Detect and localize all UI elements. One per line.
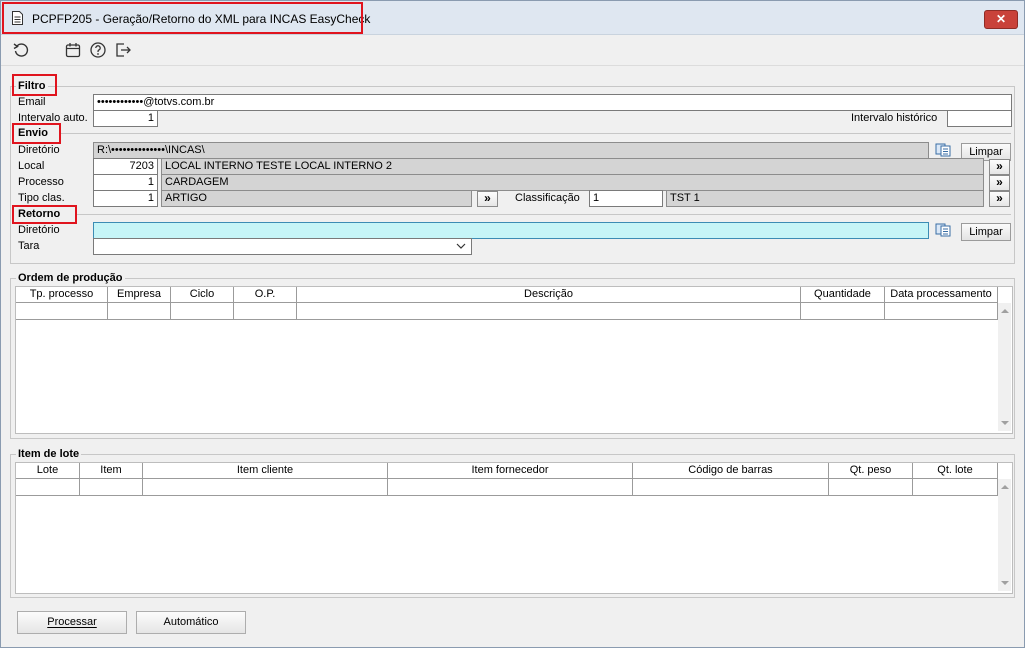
intervalo-auto-field[interactable]: 1 [93, 110, 158, 127]
col-lote[interactable]: Lote [16, 463, 80, 478]
chevron-down-icon[interactable] [456, 242, 466, 250]
col-empresa[interactable]: Empresa [108, 287, 171, 302]
table-cell[interactable] [234, 303, 297, 320]
tipo-clas-label: Tipo clas. [18, 192, 65, 204]
classificacao-description: TST 1 [666, 190, 984, 207]
highlight-retorno [12, 205, 77, 224]
table-cell[interactable] [108, 303, 171, 320]
ordem-table[interactable]: Tp. processo Empresa Ciclo O.P. Descriçã… [15, 286, 1013, 434]
table-cell[interactable] [80, 479, 143, 496]
processo-lookup-button[interactable]: » [989, 175, 1010, 191]
col-codigo-barras[interactable]: Código de barras [633, 463, 829, 478]
col-tp-processo[interactable]: Tp. processo [16, 287, 108, 302]
tara-select[interactable] [93, 238, 472, 255]
retorno-divider [77, 214, 1011, 215]
refresh-icon[interactable] [12, 41, 30, 59]
local-lookup-button[interactable]: » [989, 159, 1010, 175]
col-qt-lote[interactable]: Qt. lote [913, 463, 998, 478]
col-data-processamento[interactable]: Data processamento [885, 287, 998, 302]
tipo-clas-description: ARTIGO [161, 190, 472, 207]
table-cell[interactable] [829, 479, 913, 496]
scroll-up-icon[interactable] [1001, 485, 1009, 489]
processo-description: CARDAGEM [161, 174, 984, 191]
col-item[interactable]: Item [80, 463, 143, 478]
table-cell[interactable] [297, 303, 801, 320]
lote-scrollbar[interactable] [998, 479, 1011, 591]
table-cell[interactable] [801, 303, 885, 320]
table-cell[interactable] [171, 303, 234, 320]
email-label: Email [18, 96, 46, 108]
classificacao-label: Classificação [515, 192, 580, 204]
classificacao-lookup-button[interactable]: » [989, 191, 1010, 207]
table-cell[interactable] [633, 479, 829, 496]
table-cell[interactable] [16, 303, 108, 320]
ordem-scrollbar[interactable] [998, 303, 1011, 431]
tipo-clas-lookup-button[interactable]: » [477, 191, 498, 207]
table-cell[interactable] [913, 479, 998, 496]
highlight-filtro [12, 74, 57, 96]
processar-label: Processar [47, 616, 97, 628]
col-ciclo[interactable]: Ciclo [171, 287, 234, 302]
lote-table[interactable]: Lote Item Item cliente Item fornecedor C… [15, 462, 1013, 594]
scroll-up-icon[interactable] [1001, 309, 1009, 313]
envio-diretorio-field[interactable]: R:\••••••••••••••\INCAS\ [93, 142, 929, 159]
scroll-down-icon[interactable] [1001, 421, 1009, 425]
local-label: Local [18, 160, 45, 172]
processo-label: Processo [18, 176, 64, 188]
table-cell[interactable] [16, 479, 80, 496]
col-quantidade[interactable]: Quantidade [801, 287, 885, 302]
col-qt-peso[interactable]: Qt. peso [829, 463, 913, 478]
main-window: PCPFP205 - Geração/Retorno do XML para I… [0, 0, 1025, 648]
highlight-title [2, 2, 363, 34]
lote-title: Item de lote [16, 448, 82, 460]
tipo-clas-code-field[interactable]: 1 [93, 190, 158, 207]
intervalo-historico-label: Intervalo histórico [851, 112, 938, 124]
classificacao-code-field[interactable]: 1 [589, 190, 663, 207]
col-item-fornecedor[interactable]: Item fornecedor [388, 463, 633, 478]
calendar-icon[interactable] [64, 41, 82, 59]
folder-browse-icon[interactable] [935, 223, 953, 237]
ordem-table-header: Tp. processo Empresa Ciclo O.P. Descriçã… [16, 287, 998, 303]
retorno-diretorio-label: Diretório [18, 224, 60, 236]
email-field[interactable]: ••••••••••••@totvs.com.br [93, 94, 1012, 111]
folder-browse-icon[interactable] [935, 143, 953, 157]
table-cell[interactable] [388, 479, 633, 496]
intervalo-historico-field[interactable] [947, 110, 1012, 127]
local-code-field[interactable]: 7203 [93, 158, 158, 175]
local-description: LOCAL INTERNO TESTE LOCAL INTERNO 2 [161, 158, 984, 175]
retorno-diretorio-field[interactable] [93, 222, 929, 239]
envio-diretorio-label: Diretório [18, 144, 60, 156]
ordem-title: Ordem de produção [16, 272, 125, 284]
scroll-down-icon[interactable] [1001, 581, 1009, 585]
retorno-limpar-button[interactable]: Limpar [961, 223, 1011, 241]
col-item-cliente[interactable]: Item cliente [143, 463, 388, 478]
lote-table-header: Lote Item Item cliente Item fornecedor C… [16, 463, 998, 479]
tara-label: Tara [18, 240, 40, 252]
automatico-button[interactable]: Automático [136, 611, 246, 634]
table-cell[interactable] [885, 303, 998, 320]
processo-code-field[interactable]: 1 [93, 174, 158, 191]
col-descricao[interactable]: Descrição [297, 287, 801, 302]
close-button[interactable]: ✕ [984, 10, 1018, 29]
toolbar [1, 35, 1024, 66]
help-icon[interactable] [89, 41, 107, 59]
table-cell[interactable] [143, 479, 388, 496]
envio-divider [61, 133, 1011, 134]
table-row[interactable] [16, 479, 998, 496]
highlight-envio [12, 123, 61, 144]
table-row[interactable] [16, 303, 998, 320]
exit-icon[interactable] [114, 41, 132, 59]
processar-button[interactable]: Processar [17, 611, 127, 634]
col-op[interactable]: O.P. [234, 287, 297, 302]
